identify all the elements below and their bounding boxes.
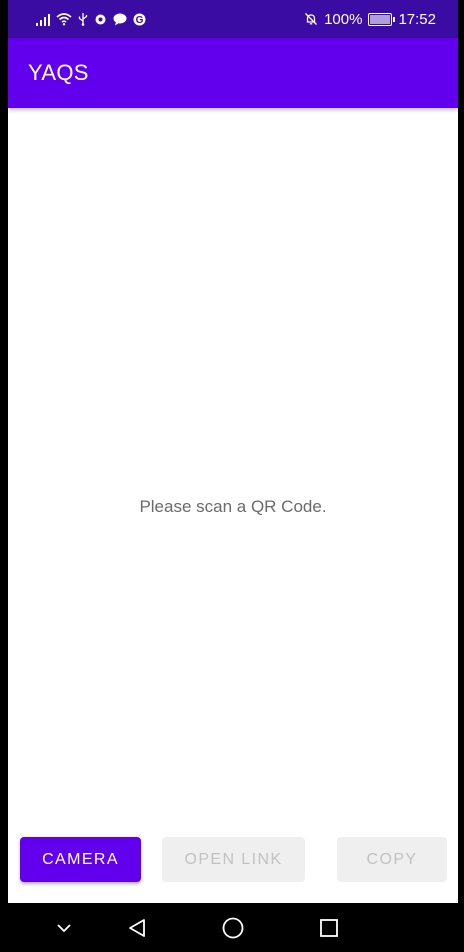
scan-message: Please scan a QR Code. <box>139 497 327 516</box>
back-icon[interactable] <box>124 915 150 941</box>
open-link-button[interactable]: OPEN LINK <box>162 837 305 882</box>
camera-button[interactable]: CAMERA <box>20 837 141 882</box>
wifi-icon <box>56 13 72 26</box>
usb-icon <box>78 13 88 26</box>
app-bar: YAQS <box>8 38 458 108</box>
signal-icon <box>36 12 50 26</box>
main-content: Please scan a QR Code. CAMERA OPEN LINK … <box>8 108 458 903</box>
copy-button[interactable]: COPY <box>337 837 447 882</box>
silent-bell-icon <box>305 13 318 25</box>
status-icons-left: G <box>36 9 146 29</box>
battery-percent: 100% <box>324 10 363 28</box>
app-notification-icon <box>95 14 106 24</box>
navigation-bar <box>0 903 464 952</box>
clock: 17:52 <box>398 10 436 28</box>
chat-icon <box>113 13 127 25</box>
collapse-icon[interactable] <box>51 915 77 941</box>
status-bar: G 100% 17:52 <box>8 0 458 38</box>
recents-icon[interactable] <box>316 915 342 941</box>
svg-text:G: G <box>136 15 144 26</box>
home-icon[interactable] <box>220 915 246 941</box>
battery-icon <box>368 12 396 26</box>
app-window: G 100% 17:52 YAQS Please scan a QR Code.… <box>0 0 464 952</box>
app-title: YAQS <box>28 60 89 85</box>
google-icon: G <box>133 13 146 26</box>
status-icons-right: 100% 17:52 <box>304 9 436 29</box>
